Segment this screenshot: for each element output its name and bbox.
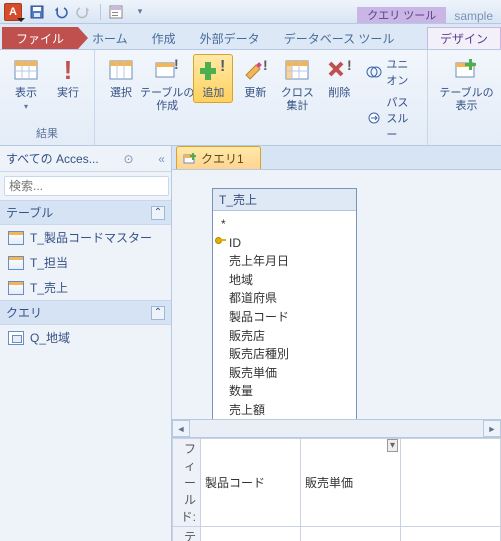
passthrough-icon [366,110,382,126]
nav-category-tables[interactable]: テーブル⌃ [0,200,171,225]
make-table-icon: ! [153,57,181,85]
contextual-tab-label: クエリ ツール [357,7,446,23]
design-surface[interactable]: T_売上 * ID 売上年月日 地域 都道府県 製品コード 販売店 販売店種別 … [172,170,501,419]
append-query-tab-icon [183,152,197,166]
run-icon: ! [54,57,82,85]
crosstab-icon [283,57,311,85]
union-button[interactable]: ユニオン [361,54,421,90]
update-icon: ! [241,57,269,85]
grid-cell[interactable]: 製品コード [201,439,301,527]
field-star[interactable]: * [221,215,348,234]
nav-collapse-icon[interactable]: « [158,152,165,166]
field-item[interactable]: 数量 [229,382,348,401]
svg-text:!: ! [64,57,73,85]
main-area: すべての Acces... ⊙ « テーブル⌃ T_製品コードマスター T_担当… [0,146,501,541]
table-icon [8,231,24,245]
crosstab-button[interactable]: クロス 集計 [277,54,317,115]
svg-text:!: ! [347,59,352,73]
nav-table-item[interactable]: T_担当 [0,250,171,275]
grid-label-table: テーブル: [173,527,201,541]
qat-customize-icon[interactable]: ▾ [129,2,151,22]
grid-row-table: テーブル: T_売上 T_売上 [173,527,501,541]
append-icon: ! [199,57,227,85]
form-icon[interactable] [105,2,127,22]
redo-icon[interactable] [74,2,96,22]
nav-header[interactable]: すべての Acces... ⊙ « [0,146,171,172]
nav-filter-icon[interactable]: ⊙ [123,152,133,166]
ribbon: 表示 ▾ ! 実行 結果 選択 ! テーブルの 作成 ! 追 [0,50,501,146]
table-icon [8,256,24,270]
nav-query-item[interactable]: Q_地域 [0,325,171,350]
select-query-button[interactable]: 選択 [101,54,141,103]
show-table-icon [453,57,481,85]
ribbon-tab-row: ファイル ホーム 作成 外部データ データベース ツール デザイン [0,24,501,50]
show-table-button[interactable]: テーブルの 表示 [434,54,498,115]
grid-cell[interactable] [401,439,501,527]
field-item[interactable]: 販売店種別 [229,345,348,364]
run-button[interactable]: ! 実行 [48,54,88,114]
scroll-right-icon[interactable]: ► [483,420,501,437]
field-item[interactable]: ID [229,234,348,253]
delete-icon: ! [325,57,353,85]
query-icon [8,331,24,345]
svg-text:!: ! [174,59,179,72]
quick-access-toolbar: ▾ [26,2,151,22]
tab-database-tools[interactable]: データベース ツール [272,27,407,49]
field-item[interactable]: 売上額 [229,401,348,419]
nav-table-item[interactable]: T_製品コードマスター [0,225,171,250]
grid-cell[interactable]: T_売上 [201,527,301,541]
table-icon [8,281,24,295]
passthrough-button[interactable]: パススルー [361,92,421,144]
delete-query-button[interactable]: ! 削除 [319,54,359,103]
make-table-button[interactable]: ! テーブルの 作成 [143,54,191,115]
view-button[interactable]: 表示 ▾ [6,54,46,114]
update-query-button[interactable]: ! 更新 [235,54,275,103]
nav-search [4,176,167,196]
search-input[interactable] [4,176,169,196]
select-query-icon [107,57,135,85]
append-query-button[interactable]: ! 追加 [193,54,233,103]
tab-create[interactable]: 作成 [140,27,188,49]
ribbon-group-query-type: 選択 ! テーブルの 作成 ! 追加 ! 更新 クロス 集計 ! 削除 [95,50,428,145]
ribbon-group-show-table: テーブルの 表示 [428,50,501,145]
grid-cell[interactable]: 販売単価 [301,439,401,527]
grid-row-field: フィールド: 製品コード 販売単価 [173,439,501,527]
tab-file[interactable]: ファイル [2,27,78,49]
grid-cell[interactable] [401,527,501,541]
collapse-icon[interactable]: ⌃ [151,306,165,320]
field-list[interactable]: T_売上 * ID 売上年月日 地域 都道府県 製品コード 販売店 販売店種別 … [212,188,357,419]
undo-icon[interactable] [50,2,72,22]
field-item[interactable]: 都道府県 [229,289,348,308]
document-title: sample [446,9,501,23]
query-design-canvas: クエリ1 T_売上 * ID 売上年月日 地域 都道府県 製品コード 販売店 販… [172,146,501,541]
app-icon[interactable]: A [4,3,22,21]
grid-label-field: フィールド: [173,439,201,527]
field-item[interactable]: 販売単価 [229,364,348,383]
tab-design[interactable]: デザイン [427,27,501,49]
union-icon [366,64,382,80]
tab-external-data[interactable]: 外部データ [188,27,272,49]
datasheet-icon [12,57,40,85]
collapse-icon[interactable]: ⌃ [151,206,165,220]
field-list-title: T_売上 [213,189,356,211]
design-grid: フィールド: 製品コード 販売単価 テーブル: T_売上 T_売上 並べ替え: … [172,437,501,541]
ribbon-group-results: 表示 ▾ ! 実行 結果 [0,50,95,145]
tab-home[interactable]: ホーム [80,27,140,49]
field-item[interactable]: 地域 [229,271,348,290]
svg-text:!: ! [263,59,268,73]
grid-cell[interactable]: T_売上 [301,527,401,541]
field-item[interactable]: 販売店 [229,327,348,346]
svg-text:!: ! [220,59,225,75]
navigation-pane: すべての Acces... ⊙ « テーブル⌃ T_製品コードマスター T_担当… [0,146,172,541]
document-tabs: クエリ1 [172,146,501,170]
horizontal-scrollbar[interactable]: ◄ ► [172,419,501,437]
title-bar: A ▾ クエリ ツール sample [0,0,501,24]
document-tab[interactable]: クエリ1 [176,146,261,169]
scroll-left-icon[interactable]: ◄ [172,420,190,437]
field-item[interactable]: 売上年月日 [229,252,348,271]
field-item[interactable]: 製品コード [229,308,348,327]
nav-category-queries[interactable]: クエリ⌃ [0,300,171,325]
nav-table-item[interactable]: T_売上 [0,275,171,300]
save-icon[interactable] [26,2,48,22]
